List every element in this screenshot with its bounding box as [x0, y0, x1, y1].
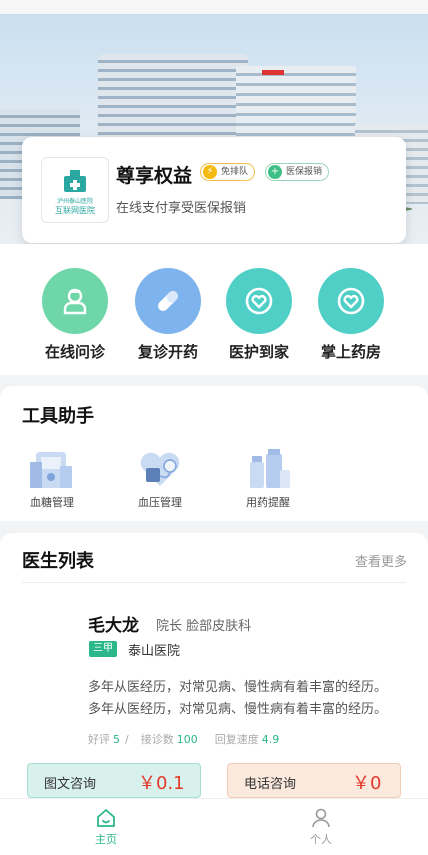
pill-icon [158, 291, 178, 311]
praise-value: 5 [113, 733, 120, 746]
tool-glucose[interactable]: 血糖管理 [17, 446, 87, 510]
text-consult-button[interactable]: 图文咨询 ￥0.1 [27, 763, 201, 798]
text-consult-price: ￥0.1 [138, 773, 185, 794]
service-pharmacy[interactable]: 掌上药房 [311, 268, 391, 362]
service-circle [135, 268, 201, 334]
service-circle [42, 268, 108, 334]
tools-section: 工具助手 血糖管理 血压管理 用药提醒 [0, 386, 428, 521]
service-label: 医护到家 [228, 343, 289, 361]
doctor-list-title: 医生列表 [22, 551, 94, 572]
hospital-sign [262, 70, 284, 75]
tool-label: 血压管理 [138, 496, 182, 509]
no-queue-tag: ⚡ 免排队 [200, 163, 256, 181]
phone-consult-price: ￥0 [352, 773, 382, 794]
text-consult-label: 图文咨询 [44, 777, 97, 792]
visits-value: 100 [176, 733, 198, 746]
tool-medication-reminder[interactable]: 用药提醒 [233, 446, 303, 510]
tab-profile[interactable]: 个人 [281, 807, 361, 847]
no-queue-label: 免排队 [221, 167, 249, 177]
doctor-list-section: 医生列表 查看更多 毛大龙 院长 脸部皮肤科 三甲 泰山医院 多年从医经历，对常… [0, 533, 428, 798]
visits-label: 接诊数 [140, 733, 174, 746]
doctor-bio: 多年从医经历，对常见病、慢性病有着丰富的经历。多年从医经历，对常见病、慢性病有着… [88, 680, 388, 717]
doctor-name: 毛大龙 [88, 616, 139, 636]
service-online-consult[interactable]: 在线问诊 [35, 268, 115, 362]
service-repeat-prescription[interactable]: 复诊开药 [128, 268, 208, 362]
phone-consult-button[interactable]: 电话咨询 ￥0 [227, 763, 401, 798]
doctor-title: 院长 脸部皮肤科 [156, 619, 252, 634]
reply-value: 4.9 [261, 733, 280, 746]
praise-label: 好评 [88, 733, 110, 746]
phone-consult-label: 电话咨询 [244, 777, 297, 792]
hospital-logo: 泸州泰山医院 互联网医院 [41, 157, 109, 223]
blood-pressure-icon [132, 446, 188, 492]
privilege-subtitle: 在线支付享受医保报销 [116, 201, 247, 216]
tool-blood-pressure[interactable]: 血压管理 [125, 446, 195, 510]
service-circle [318, 268, 384, 334]
see-more-link[interactable]: 查看更多 [355, 551, 407, 570]
tab-bar: 主页 个人 [0, 798, 428, 855]
heart-home-icon [337, 287, 365, 315]
service-grid: 在线问诊 复诊开药 医护到家 掌上药房 [0, 244, 428, 375]
service-home-care[interactable]: 医护到家 [219, 268, 299, 362]
reply-label: 回复速度 [214, 733, 259, 746]
divider [22, 582, 406, 583]
stats-separator: / [125, 733, 129, 746]
tools-title: 工具助手 [22, 406, 94, 427]
doctor-stats: 好评 5 / 接诊数 100 回复速度 4.9 [88, 731, 284, 747]
insurance-label: 医保报销 [286, 167, 323, 177]
person-icon [312, 808, 330, 828]
service-label: 在线问诊 [44, 343, 105, 361]
tab-label: 个人 [310, 833, 332, 846]
tab-home[interactable]: 主页 [66, 807, 146, 847]
tab-label: 主页 [95, 833, 117, 846]
plus-icon: + [268, 165, 282, 179]
hospital-logo-line2: 互联网医院 [55, 206, 95, 215]
tool-label: 血糖管理 [30, 496, 74, 509]
service-label: 复诊开药 [137, 343, 198, 361]
home-icon [97, 809, 115, 827]
doctor-icon [63, 288, 87, 315]
heart-home-icon [245, 287, 273, 315]
hospital-grade-badge: 三甲 [89, 641, 117, 657]
status-strip [0, 0, 428, 14]
hospital-logo-line1: 泸州泰山医院 [56, 198, 93, 205]
service-circle [226, 268, 292, 334]
privilege-card[interactable]: 泸州泰山医院 互联网医院 尊享权益 ⚡ 免排队 + 医保报销 在线支付享受医保报… [22, 137, 406, 243]
insurance-tag: + 医保报销 [265, 163, 330, 181]
tool-label: 用药提醒 [246, 496, 290, 509]
hospital-emblem-icon [64, 170, 86, 192]
lightning-icon: ⚡ [203, 165, 217, 179]
doctor-hospital: 泰山医院 [128, 644, 181, 659]
medicine-bottles-icon [240, 446, 296, 492]
privilege-title: 尊享权益 [116, 165, 193, 187]
glucose-meter-icon [24, 446, 80, 492]
service-label: 掌上药房 [320, 343, 381, 361]
